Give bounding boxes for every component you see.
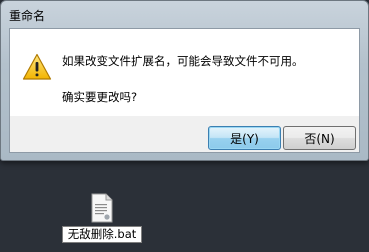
warning-icon: [22, 53, 52, 80]
confirm-question: 确实要更改吗?: [62, 90, 138, 104]
batch-file-icon[interactable]: [90, 193, 114, 223]
yes-button[interactable]: 是(Y): [208, 126, 281, 150]
message-area: 如果改变文件扩展名，可能会导致文件不可用。 确实要更改吗?: [10, 29, 359, 116]
rename-warning-dialog: 重命名 如果改变文件扩展名，可能会导致文件不可用。 确实要更改吗? 是(Y) 否…: [0, 0, 369, 161]
dialog-titlebar[interactable]: 重命名: [1, 1, 368, 27]
desktop: 重命名 如果改变文件扩展名，可能会导致文件不可用。 确实要更改吗? 是(Y) 否…: [0, 0, 369, 252]
dialog-title: 重命名: [9, 9, 46, 23]
warning-message: 如果改变文件扩展名，可能会导致文件不可用。: [62, 54, 304, 68]
dialog-content: 如果改变文件扩展名，可能会导致文件不可用。 确实要更改吗? 是(Y) 否(N): [9, 28, 360, 153]
no-button[interactable]: 否(N): [283, 126, 356, 150]
file-name-edit-box[interactable]: 无敌删除.bat: [62, 226, 142, 243]
